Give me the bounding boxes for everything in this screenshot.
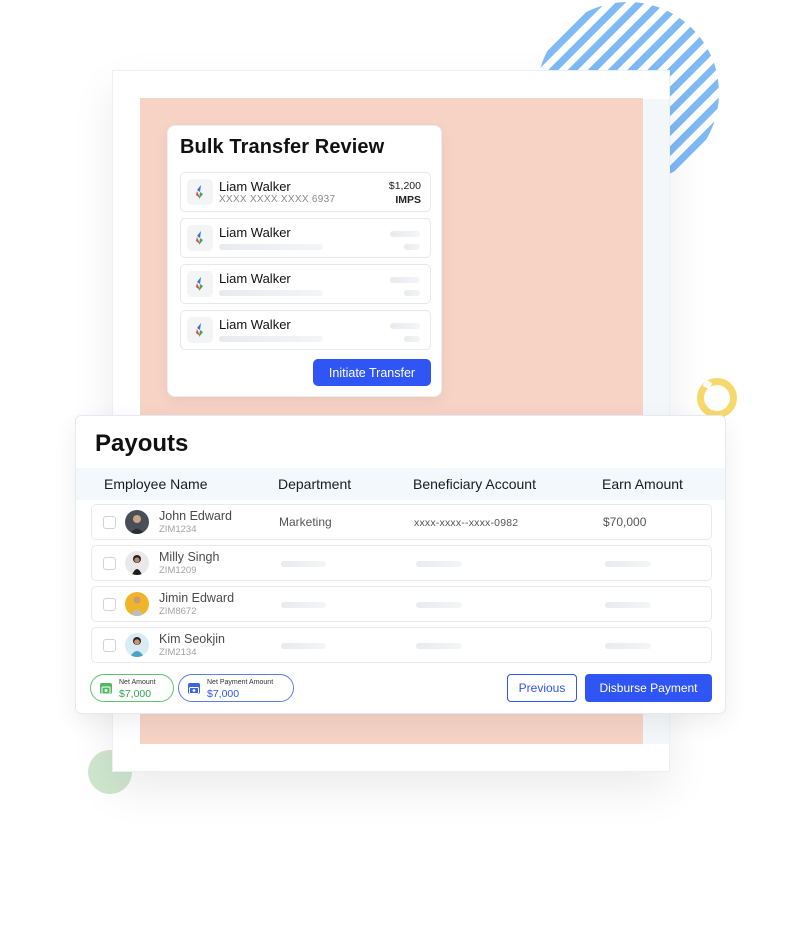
department: Marketing xyxy=(279,515,332,529)
previous-button[interactable]: Previous xyxy=(507,674,577,702)
column-header-beneficiary-account: Beneficiary Account xyxy=(413,476,536,492)
payee-name: Liam Walker xyxy=(219,179,291,194)
payouts-title: Payouts xyxy=(95,430,189,457)
table-row[interactable]: John Edward ZIM1234 Marketing xxxx-xxxx-… xyxy=(91,504,712,540)
avatar xyxy=(125,551,149,575)
table-row[interactable]: Jimin Edward ZIM8672 xyxy=(91,586,712,622)
net-amount-label: Net Amount xyxy=(119,679,156,686)
money-icon xyxy=(188,683,200,694)
row-checkbox[interactable] xyxy=(103,598,116,611)
transfer-row[interactable]: Liam Walker xyxy=(180,264,431,304)
placeholder-bar xyxy=(390,323,420,329)
placeholder-bar xyxy=(219,244,323,250)
payouts-card: Payouts Employee Name Department Benefic… xyxy=(75,415,726,714)
transfer-mode: IMPS xyxy=(395,194,421,206)
row-checkbox[interactable] xyxy=(103,516,116,529)
placeholder-bar xyxy=(281,602,326,608)
payee-account: XXXX XXXX XXXX 6937 xyxy=(219,194,336,205)
bank-logo-icon xyxy=(187,271,213,297)
disburse-payment-button[interactable]: Disburse Payment xyxy=(585,674,712,702)
placeholder-bar xyxy=(219,290,323,296)
employee-name: Kim Seokjin xyxy=(159,632,225,646)
placeholder-bar xyxy=(605,602,651,608)
column-header-earn-amount: Earn Amount xyxy=(602,476,683,492)
payee-name: Liam Walker xyxy=(219,225,291,240)
net-amount-value: $7,000 xyxy=(119,688,152,700)
placeholder-bar xyxy=(416,643,462,649)
net-payment-amount-value: $7,000 xyxy=(207,688,240,700)
net-payment-amount-badge: Net Payment Amount $7,000 xyxy=(178,674,294,702)
avatar xyxy=(125,633,149,657)
placeholder-bar xyxy=(605,561,651,567)
payee-name: Liam Walker xyxy=(219,271,291,286)
placeholder-bar xyxy=(219,336,323,342)
placeholder-bar xyxy=(404,244,420,250)
row-checkbox[interactable] xyxy=(103,639,116,652)
employee-id: ZIM8672 xyxy=(159,606,197,617)
bank-logo-icon xyxy=(187,317,213,343)
placeholder-bar xyxy=(390,231,420,237)
placeholder-bar xyxy=(404,290,420,296)
placeholder-bar xyxy=(404,336,420,342)
column-header-department: Department xyxy=(278,476,352,492)
avatar xyxy=(125,510,149,534)
employee-id: ZIM1234 xyxy=(159,524,197,535)
placeholder-bar xyxy=(281,561,326,567)
table-row[interactable]: Milly Singh ZIM1209 xyxy=(91,545,712,581)
net-amount-badge: Net Amount $7,000 xyxy=(90,674,174,702)
placeholder-bar xyxy=(605,643,651,649)
placeholder-bar xyxy=(416,602,462,608)
yellow-ring-decoration xyxy=(697,378,737,418)
transfer-row[interactable]: Liam Walker xyxy=(180,218,431,258)
placeholder-bar xyxy=(281,643,326,649)
bank-logo-icon xyxy=(187,179,213,205)
initiate-transfer-button[interactable]: Initiate Transfer xyxy=(313,359,431,386)
employee-name: John Edward xyxy=(159,509,232,523)
bank-logo-icon xyxy=(187,225,213,251)
transfer-row[interactable]: Liam Walker XXXX XXXX XXXX 6937 $1,200 I… xyxy=(180,172,431,212)
bulk-transfer-card: Bulk Transfer Review Liam Walker XXXX XX… xyxy=(167,125,442,397)
employee-id: ZIM2134 xyxy=(159,647,197,658)
payee-name: Liam Walker xyxy=(219,317,291,332)
avatar xyxy=(125,592,149,616)
net-payment-amount-label: Net Payment Amount xyxy=(207,679,274,686)
table-row[interactable]: Kim Seokjin ZIM2134 xyxy=(91,627,712,663)
transfer-row[interactable]: Liam Walker xyxy=(180,310,431,350)
bulk-transfer-title: Bulk Transfer Review xyxy=(180,136,385,158)
row-checkbox[interactable] xyxy=(103,557,116,570)
beneficiary-account: xxxx-xxxx--xxxx-0982 xyxy=(414,517,519,529)
earn-amount: $70,000 xyxy=(603,515,647,529)
cash-icon xyxy=(100,683,112,695)
table-header: Employee Name Department Beneficiary Acc… xyxy=(76,468,725,500)
employee-id: ZIM1209 xyxy=(159,565,197,576)
transfer-amount: $1,200 xyxy=(388,180,421,192)
employee-name: Jimin Edward xyxy=(159,591,235,605)
placeholder-bar xyxy=(416,561,462,567)
employee-name: Milly Singh xyxy=(159,550,220,564)
placeholder-bar xyxy=(390,277,420,283)
column-header-employee-name: Employee Name xyxy=(104,476,208,492)
